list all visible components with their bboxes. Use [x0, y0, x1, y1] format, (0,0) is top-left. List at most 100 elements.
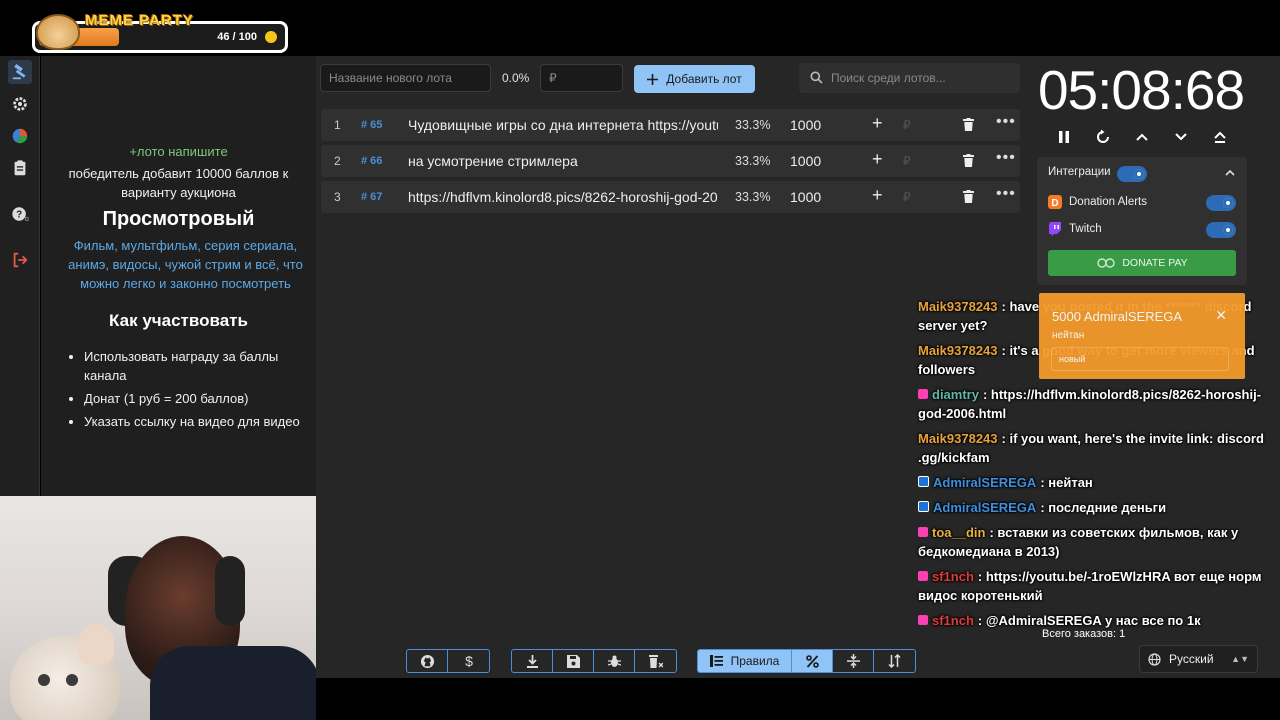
lot-id[interactable]: # 66 [361, 155, 382, 167]
chat-username[interactable]: AdmiralSEREGA [933, 500, 1036, 515]
gear-icon[interactable] [8, 92, 32, 116]
more-icon[interactable]: ••• [996, 113, 1016, 131]
chat-username[interactable]: Maik9378243 [918, 343, 998, 358]
add-amount-button[interactable]: + [872, 185, 883, 206]
bottom-strip [316, 678, 1280, 720]
doge-icon [36, 14, 80, 50]
logout-icon[interactable] [8, 248, 32, 272]
lot-row: 2 # 66 на усмотрение стримлера 33.3% 100… [321, 145, 1020, 177]
clipboard-icon[interactable] [8, 156, 32, 180]
toolbar-group-view: Правила [697, 649, 916, 673]
gavel-icon[interactable] [8, 60, 32, 84]
twitch-toggle[interactable] [1206, 222, 1236, 238]
chevron-updown-icon: ▲▼ [1231, 654, 1249, 664]
help-icon[interactable]: ? [8, 202, 32, 226]
alert-message: нейтан [1052, 330, 1085, 341]
compress-icon[interactable] [833, 650, 874, 672]
integration-donation-alerts: D Donation Alerts [1048, 195, 1147, 209]
donation-alert-popup: 5000 AdmiralSEREGA нейтан новый ✕ [1039, 293, 1245, 379]
chat-username[interactable]: sf1nch [932, 569, 974, 584]
chat-text: : последние деньги [1040, 500, 1167, 515]
lot-amount[interactable]: 1000 [790, 153, 821, 169]
chat-message: AdmiralSEREGA : последние деньги [918, 498, 1268, 517]
alert-title: 5000 AdmiralSEREGA [1052, 309, 1183, 324]
pie-chart-icon[interactable] [8, 124, 32, 148]
chat-username[interactable]: Maik9378243 [918, 299, 998, 314]
chat-username[interactable]: diamtry [932, 387, 979, 402]
ruble-icon: ₽ [903, 154, 911, 168]
chat-username[interactable]: AdmiralSEREGA [933, 475, 1036, 490]
chat-username[interactable]: sf1nch [932, 613, 974, 628]
svg-text:D: D [1051, 198, 1058, 209]
add-amount-button[interactable]: + [872, 113, 883, 134]
donatepay-label: DONATE PAY [1122, 257, 1188, 269]
new-lot-name-input[interactable] [320, 64, 491, 92]
chevron-up-icon[interactable] [1132, 127, 1152, 147]
rules-list-item: Указать ссылку на видео для видео [84, 412, 308, 431]
more-icon[interactable]: ••• [996, 185, 1016, 203]
bug-icon[interactable] [594, 650, 635, 672]
lot-name[interactable]: https://hdflvm.kinolord8.pics/8262-horos… [408, 189, 718, 205]
lot-search-input[interactable] [829, 64, 1015, 92]
webcam-person-body [150, 646, 316, 720]
rules-list: Использовать награду за баллы канала Дон… [69, 347, 308, 435]
svg-text:?: ? [16, 210, 22, 221]
lot-id[interactable]: # 67 [361, 191, 382, 203]
github-icon[interactable] [407, 650, 448, 672]
lot-row: 1 # 65 Чудовищные игры со дна интернета … [321, 109, 1020, 141]
reset-icon[interactable] [1093, 127, 1113, 147]
double-chevron-up-icon[interactable] [1210, 127, 1230, 147]
coin-icon [265, 31, 277, 43]
more-icon[interactable]: ••• [996, 149, 1016, 167]
chevron-down-icon[interactable] [1171, 127, 1191, 147]
language-label: Русский [1169, 652, 1214, 666]
rules-list-item: Использовать награду за баллы канала [84, 347, 308, 385]
download-icon[interactable] [512, 650, 553, 672]
lot-name[interactable]: на усмотрение стримлера [408, 153, 718, 169]
add-lot-button[interactable]: Добавить лот [634, 65, 755, 93]
pause-icon[interactable] [1054, 127, 1074, 147]
twitch-icon [1049, 222, 1061, 236]
meme-party-count: 46 / 100 [217, 31, 257, 43]
close-icon[interactable]: ✕ [1215, 307, 1227, 324]
rules-lotto-line: +лото напишите [129, 144, 228, 159]
trash-icon[interactable] [963, 190, 974, 206]
integrations-toggle[interactable] [1117, 166, 1147, 182]
lot-search[interactable] [799, 63, 1020, 93]
trash-icon[interactable] [963, 154, 974, 170]
chat-username[interactable]: Maik9378243 [918, 431, 998, 446]
dollar-icon[interactable]: $ [448, 650, 489, 672]
lot-amount[interactable]: 1000 [790, 117, 821, 133]
lot-percent: 33.3% [735, 154, 771, 168]
alert-lot-select[interactable]: новый [1051, 347, 1229, 371]
ruble-icon: ₽ [903, 190, 911, 204]
orders-total: Всего заказов: 1 [1042, 628, 1126, 640]
save-icon[interactable] [553, 650, 594, 672]
new-lot-percent: 0.0% [502, 71, 530, 85]
lot-id[interactable]: # 65 [361, 119, 382, 131]
lot-number: 3 [334, 190, 341, 204]
lot-amount[interactable]: 1000 [790, 189, 821, 205]
rules-panel: +лото напишите победитель добавит 10000 … [41, 56, 316, 496]
lot-name[interactable]: Чудовищные игры со дна интернета https:/… [408, 117, 718, 133]
sort-icon[interactable] [874, 650, 915, 672]
webcam-plush-paw [78, 624, 114, 664]
integrations-title: Интеграции [1048, 166, 1111, 178]
chat-text: : нейтан [1040, 475, 1093, 490]
rules-button[interactable]: Правила [698, 650, 792, 672]
clear-all-icon[interactable] [635, 650, 676, 672]
language-select[interactable]: Русский ▲▼ [1139, 645, 1258, 673]
lot-row: 3 # 67 https://hdflvm.kinolord8.pics/826… [321, 181, 1020, 213]
subscriber-badge-icon [918, 527, 928, 537]
donatepay-button[interactable]: DONATE PAY [1048, 250, 1236, 276]
percent-icon[interactable] [792, 650, 833, 672]
chat-message: toa__din: вставки из советских фильмов, … [918, 523, 1268, 561]
add-amount-button[interactable]: + [872, 149, 883, 170]
new-lot-amount-input[interactable] [540, 64, 623, 92]
donation-alerts-toggle[interactable] [1206, 195, 1236, 211]
chevron-up-icon[interactable] [1225, 169, 1235, 176]
trash-icon[interactable] [963, 118, 974, 134]
svg-text:$: $ [465, 653, 473, 669]
chat-username[interactable]: toa__din [932, 525, 985, 540]
chat-message: diamtry: https://hdflvm.kinolord8.pics/8… [918, 385, 1268, 423]
